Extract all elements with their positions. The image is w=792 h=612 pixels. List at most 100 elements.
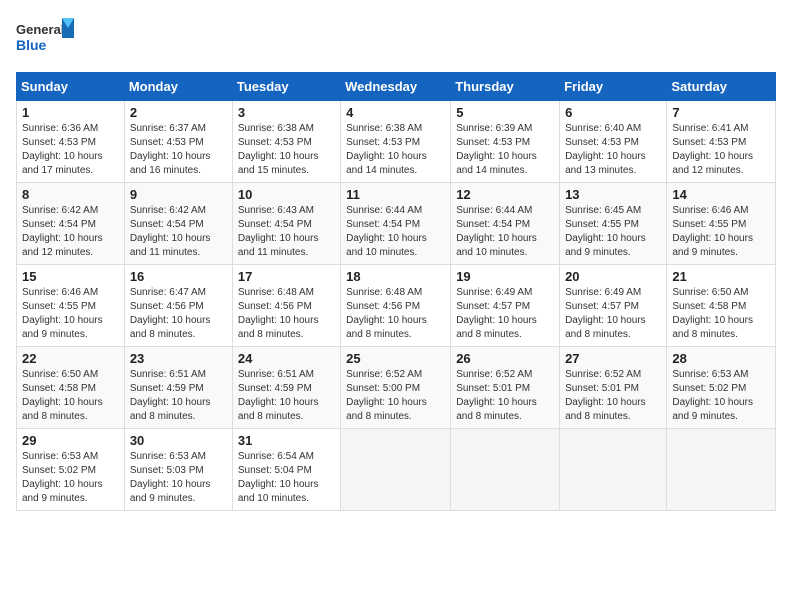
day-number: 5	[456, 105, 554, 120]
day-number: 17	[238, 269, 335, 284]
day-info: Sunrise: 6:46 AM Sunset: 4:55 PM Dayligh…	[672, 204, 770, 260]
calendar-cell	[451, 429, 560, 511]
day-info: Sunrise: 6:42 AM Sunset: 4:54 PM Dayligh…	[130, 204, 227, 260]
calendar-cell: 17 Sunrise: 6:48 AM Sunset: 4:56 PM Dayli…	[232, 265, 340, 347]
day-number: 18	[346, 269, 445, 284]
day-info: Sunrise: 6:42 AM Sunset: 4:54 PM Dayligh…	[22, 204, 119, 260]
day-info: Sunrise: 6:44 AM Sunset: 4:54 PM Dayligh…	[456, 204, 554, 260]
calendar-cell: 8 Sunrise: 6:42 AM Sunset: 4:54 PM Daylig…	[17, 183, 125, 265]
column-header-monday: Monday	[124, 73, 232, 101]
day-number: 2	[130, 105, 227, 120]
day-info: Sunrise: 6:51 AM Sunset: 4:59 PM Dayligh…	[130, 368, 227, 424]
day-number: 11	[346, 187, 445, 202]
day-number: 28	[672, 351, 770, 366]
day-info: Sunrise: 6:49 AM Sunset: 4:57 PM Dayligh…	[456, 286, 554, 342]
day-info: Sunrise: 6:44 AM Sunset: 4:54 PM Dayligh…	[346, 204, 445, 260]
calendar-table: SundayMondayTuesdayWednesdayThursdayFrid…	[16, 72, 776, 511]
day-number: 25	[346, 351, 445, 366]
day-info: Sunrise: 6:52 AM Sunset: 5:01 PM Dayligh…	[456, 368, 554, 424]
day-info: Sunrise: 6:52 AM Sunset: 5:01 PM Dayligh…	[565, 368, 661, 424]
calendar-cell: 29 Sunrise: 6:53 AM Sunset: 5:02 PM Dayli…	[17, 429, 125, 511]
calendar-cell: 15 Sunrise: 6:46 AM Sunset: 4:55 PM Dayli…	[17, 265, 125, 347]
day-info: Sunrise: 6:38 AM Sunset: 4:53 PM Dayligh…	[346, 122, 445, 178]
day-info: Sunrise: 6:52 AM Sunset: 5:00 PM Dayligh…	[346, 368, 445, 424]
day-info: Sunrise: 6:47 AM Sunset: 4:56 PM Dayligh…	[130, 286, 227, 342]
svg-text:General: General	[16, 22, 64, 37]
calendar-body: 1 Sunrise: 6:36 AM Sunset: 4:53 PM Daylig…	[17, 101, 776, 511]
calendar-cell	[560, 429, 667, 511]
column-header-wednesday: Wednesday	[341, 73, 451, 101]
calendar-cell: 2 Sunrise: 6:37 AM Sunset: 4:53 PM Daylig…	[124, 101, 232, 183]
calendar-cell: 16 Sunrise: 6:47 AM Sunset: 4:56 PM Dayli…	[124, 265, 232, 347]
day-number: 7	[672, 105, 770, 120]
day-info: Sunrise: 6:36 AM Sunset: 4:53 PM Dayligh…	[22, 122, 119, 178]
column-header-saturday: Saturday	[667, 73, 776, 101]
calendar-cell: 14 Sunrise: 6:46 AM Sunset: 4:55 PM Dayli…	[667, 183, 776, 265]
calendar-cell: 28 Sunrise: 6:53 AM Sunset: 5:02 PM Dayli…	[667, 347, 776, 429]
day-number: 16	[130, 269, 227, 284]
calendar-cell: 22Sunrise: 6:50 AM Sunset: 4:58 PM Dayli…	[17, 347, 125, 429]
column-header-friday: Friday	[560, 73, 667, 101]
day-number: 23	[130, 351, 227, 366]
calendar-week-row: 22Sunrise: 6:50 AM Sunset: 4:58 PM Dayli…	[17, 347, 776, 429]
calendar-week-row: 8 Sunrise: 6:42 AM Sunset: 4:54 PM Daylig…	[17, 183, 776, 265]
day-number: 29	[22, 433, 119, 448]
calendar-cell: 21 Sunrise: 6:50 AM Sunset: 4:58 PM Dayli…	[667, 265, 776, 347]
day-number: 26	[456, 351, 554, 366]
day-number: 20	[565, 269, 661, 284]
day-info: Sunrise: 6:38 AM Sunset: 4:53 PM Dayligh…	[238, 122, 335, 178]
day-info: Sunrise: 6:50 AM Sunset: 4:58 PM Dayligh…	[672, 286, 770, 342]
day-number: 19	[456, 269, 554, 284]
calendar-cell: 12Sunrise: 6:44 AM Sunset: 4:54 PM Dayli…	[451, 183, 560, 265]
calendar-cell: 30Sunrise: 6:53 AM Sunset: 5:03 PM Dayli…	[124, 429, 232, 511]
calendar-week-row: 15 Sunrise: 6:46 AM Sunset: 4:55 PM Dayli…	[17, 265, 776, 347]
logo-svg: General Blue	[16, 16, 76, 60]
calendar-cell: 19 Sunrise: 6:49 AM Sunset: 4:57 PM Dayli…	[451, 265, 560, 347]
day-info: Sunrise: 6:48 AM Sunset: 4:56 PM Dayligh…	[238, 286, 335, 342]
day-info: Sunrise: 6:41 AM Sunset: 4:53 PM Dayligh…	[672, 122, 770, 178]
day-number: 9	[130, 187, 227, 202]
day-number: 14	[672, 187, 770, 202]
calendar-cell	[667, 429, 776, 511]
day-info: Sunrise: 6:40 AM Sunset: 4:53 PM Dayligh…	[565, 122, 661, 178]
calendar-cell: 23 Sunrise: 6:51 AM Sunset: 4:59 PM Dayli…	[124, 347, 232, 429]
svg-text:Blue: Blue	[16, 37, 47, 53]
column-header-thursday: Thursday	[451, 73, 560, 101]
day-number: 4	[346, 105, 445, 120]
calendar-cell: 9 Sunrise: 6:42 AM Sunset: 4:54 PM Daylig…	[124, 183, 232, 265]
day-number: 15	[22, 269, 119, 284]
day-number: 1	[22, 105, 119, 120]
day-info: Sunrise: 6:49 AM Sunset: 4:57 PM Dayligh…	[565, 286, 661, 342]
day-info: Sunrise: 6:46 AM Sunset: 4:55 PM Dayligh…	[22, 286, 119, 342]
calendar-week-row: 29 Sunrise: 6:53 AM Sunset: 5:02 PM Dayli…	[17, 429, 776, 511]
column-header-tuesday: Tuesday	[232, 73, 340, 101]
day-number: 6	[565, 105, 661, 120]
day-info: Sunrise: 6:45 AM Sunset: 4:55 PM Dayligh…	[565, 204, 661, 260]
day-info: Sunrise: 6:53 AM Sunset: 5:02 PM Dayligh…	[22, 450, 119, 506]
day-number: 3	[238, 105, 335, 120]
logo: General Blue	[16, 16, 76, 60]
column-header-sunday: Sunday	[17, 73, 125, 101]
calendar-week-row: 1 Sunrise: 6:36 AM Sunset: 4:53 PM Daylig…	[17, 101, 776, 183]
day-info: Sunrise: 6:37 AM Sunset: 4:53 PM Dayligh…	[130, 122, 227, 178]
calendar-cell: 31Sunrise: 6:54 AM Sunset: 5:04 PM Dayli…	[232, 429, 340, 511]
day-info: Sunrise: 6:39 AM Sunset: 4:53 PM Dayligh…	[456, 122, 554, 178]
day-info: Sunrise: 6:48 AM Sunset: 4:56 PM Dayligh…	[346, 286, 445, 342]
day-number: 27	[565, 351, 661, 366]
day-info: Sunrise: 6:51 AM Sunset: 4:59 PM Dayligh…	[238, 368, 335, 424]
day-number: 8	[22, 187, 119, 202]
calendar-cell: 4 Sunrise: 6:38 AM Sunset: 4:53 PM Daylig…	[341, 101, 451, 183]
calendar-cell	[341, 429, 451, 511]
calendar-cell: 6 Sunrise: 6:40 AM Sunset: 4:53 PM Daylig…	[560, 101, 667, 183]
day-number: 22	[22, 351, 119, 366]
day-info: Sunrise: 6:43 AM Sunset: 4:54 PM Dayligh…	[238, 204, 335, 260]
calendar-cell: 7 Sunrise: 6:41 AM Sunset: 4:53 PM Daylig…	[667, 101, 776, 183]
calendar-cell: 3 Sunrise: 6:38 AM Sunset: 4:53 PM Daylig…	[232, 101, 340, 183]
day-info: Sunrise: 6:53 AM Sunset: 5:02 PM Dayligh…	[672, 368, 770, 424]
calendar-cell: 10Sunrise: 6:43 AM Sunset: 4:54 PM Dayli…	[232, 183, 340, 265]
day-number: 13	[565, 187, 661, 202]
calendar-cell: 26 Sunrise: 6:52 AM Sunset: 5:01 PM Dayli…	[451, 347, 560, 429]
day-number: 21	[672, 269, 770, 284]
calendar-cell: 24Sunrise: 6:51 AM Sunset: 4:59 PM Dayli…	[232, 347, 340, 429]
day-info: Sunrise: 6:53 AM Sunset: 5:03 PM Dayligh…	[130, 450, 227, 506]
